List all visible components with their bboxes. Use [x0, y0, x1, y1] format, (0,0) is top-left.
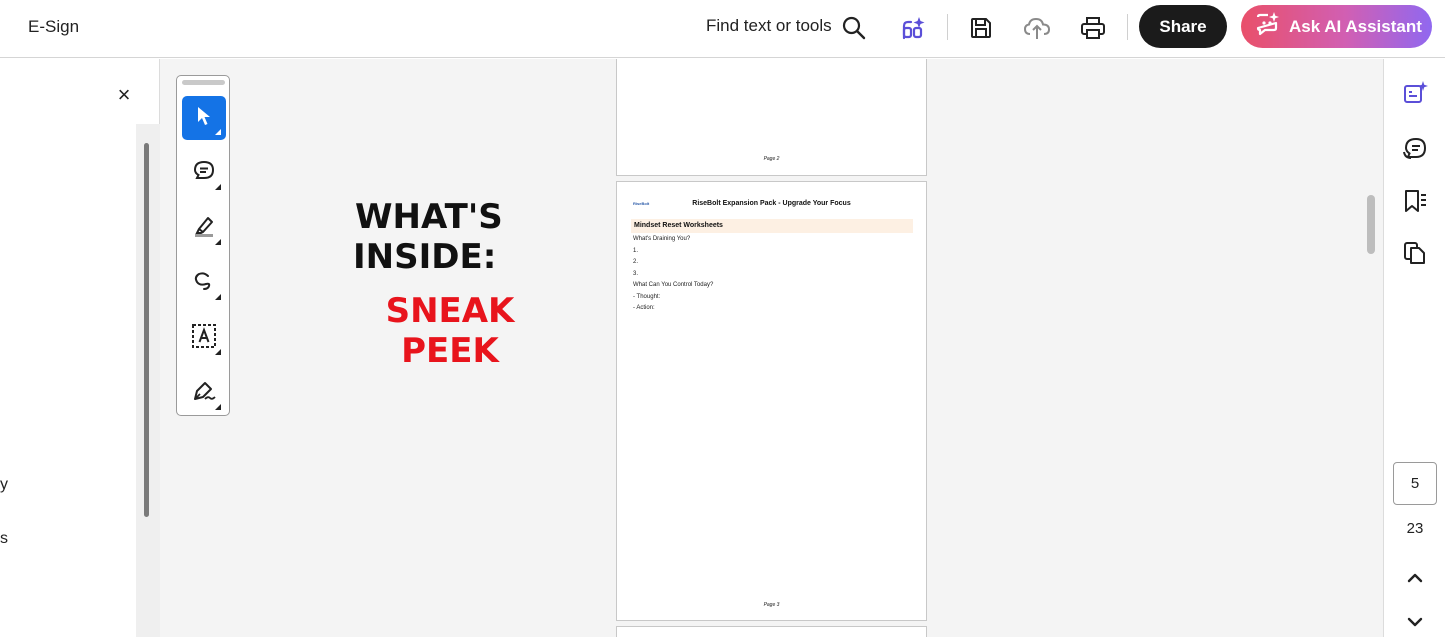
- tool-options-indicator: [215, 239, 221, 245]
- worksheet-line: What Can You Control Today?: [633, 282, 714, 288]
- tool-options-indicator: [215, 129, 221, 135]
- previous-page-button[interactable]: [1403, 570, 1427, 590]
- freehand-icon: [192, 269, 216, 298]
- comments-icon[interactable]: [1401, 135, 1429, 163]
- tool-options-indicator: [215, 294, 221, 300]
- sign-tool[interactable]: [182, 371, 226, 415]
- search-icon[interactable]: [834, 9, 874, 47]
- cloud-upload-icon[interactable]: [1017, 9, 1057, 47]
- worksheet-line: 3.: [633, 271, 639, 277]
- right-rail: 5 23: [1383, 59, 1445, 637]
- document-page-2[interactable]: Page 2: [616, 59, 927, 176]
- sign-pen-icon: [191, 379, 217, 408]
- left-panel-item-fragment[interactable]: s: [0, 530, 8, 548]
- pages-icon[interactable]: [1401, 239, 1429, 267]
- comment-icon: [192, 159, 216, 188]
- worksheet-line: 2.: [633, 259, 639, 265]
- canvas-scrollbar-thumb[interactable]: [1367, 195, 1375, 254]
- page-footer: Page 3: [763, 602, 780, 608]
- highlight-tool[interactable]: [182, 206, 226, 250]
- text-box-icon: [191, 323, 217, 354]
- worksheet-line: What's Draining You?: [633, 236, 691, 242]
- worksheet-line: - Thought:: [633, 294, 661, 300]
- document-canvas[interactable]: WHAT'S INSIDE: SNEAK PEEK Page 2 RiseBol…: [160, 59, 1383, 637]
- page-footer: Page 2: [763, 156, 780, 162]
- left-panel-item-fragment[interactable]: y: [0, 476, 8, 494]
- bookmarks-icon[interactable]: [1401, 187, 1429, 215]
- sneak-line: PEEK: [401, 331, 499, 371]
- tool-options-indicator: [215, 349, 221, 355]
- app-window: E-Sign Find text or tools Share Ask AI A…: [0, 0, 1445, 637]
- left-panel: × y s: [0, 59, 160, 637]
- worksheet-line: 1.: [633, 248, 639, 254]
- app-title[interactable]: E-Sign: [28, 17, 79, 37]
- select-tool[interactable]: [182, 96, 226, 140]
- sneak-peek-heading: SNEAK PEEK: [375, 291, 525, 371]
- worksheet-line: - Action:: [633, 305, 655, 311]
- tool-options-indicator: [215, 184, 221, 190]
- highlighter-icon: [192, 214, 216, 243]
- left-panel-scrollbar-thumb[interactable]: [144, 143, 149, 517]
- comment-tool[interactable]: [182, 151, 226, 195]
- save-icon[interactable]: [961, 9, 1001, 47]
- headline-line: WHAT'S: [355, 197, 503, 237]
- current-page-input[interactable]: 5: [1393, 462, 1437, 505]
- toolbar-divider: [1127, 14, 1128, 40]
- quick-tools-palette: [176, 75, 230, 416]
- next-page-button[interactable]: [1403, 614, 1427, 634]
- section-band: Mindset Reset Worksheets: [631, 219, 913, 233]
- toolbar-divider: [947, 14, 948, 40]
- print-icon[interactable]: [1073, 9, 1113, 47]
- sneak-line: SNEAK: [385, 291, 515, 331]
- section-heading: Mindset Reset Worksheets: [634, 222, 723, 229]
- total-pages: 23: [1406, 520, 1424, 537]
- close-icon[interactable]: ×: [112, 82, 136, 107]
- edit-ai-icon[interactable]: [893, 9, 933, 47]
- chevron-up-icon: [1407, 571, 1423, 589]
- find-text-or-tools[interactable]: Find text or tools: [706, 16, 832, 36]
- text-tool[interactable]: [182, 316, 226, 360]
- all-tools-icon[interactable]: [1401, 79, 1429, 107]
- headline-line: INSIDE:: [353, 237, 497, 277]
- palette-drag-handle[interactable]: [182, 80, 225, 85]
- top-bar: E-Sign Find text or tools Share Ask AI A…: [0, 0, 1445, 58]
- ask-ai-assistant-label: Ask AI Assistant: [1289, 16, 1422, 36]
- ask-ai-assistant-button[interactable]: Ask AI Assistant: [1241, 5, 1432, 48]
- tool-options-indicator: [215, 404, 221, 410]
- pointer-icon: [195, 105, 213, 132]
- share-button[interactable]: Share: [1139, 5, 1227, 48]
- document-page-4[interactable]: [616, 626, 927, 637]
- ai-assistant-icon: [1255, 11, 1281, 42]
- page-title: RiseBolt Expansion Pack - Upgrade Your F…: [692, 200, 851, 207]
- draw-tool[interactable]: [182, 261, 226, 305]
- document-page-3[interactable]: RiseBolt RiseBolt Expansion Pack - Upgra…: [616, 181, 927, 621]
- chevron-down-icon: [1407, 615, 1423, 633]
